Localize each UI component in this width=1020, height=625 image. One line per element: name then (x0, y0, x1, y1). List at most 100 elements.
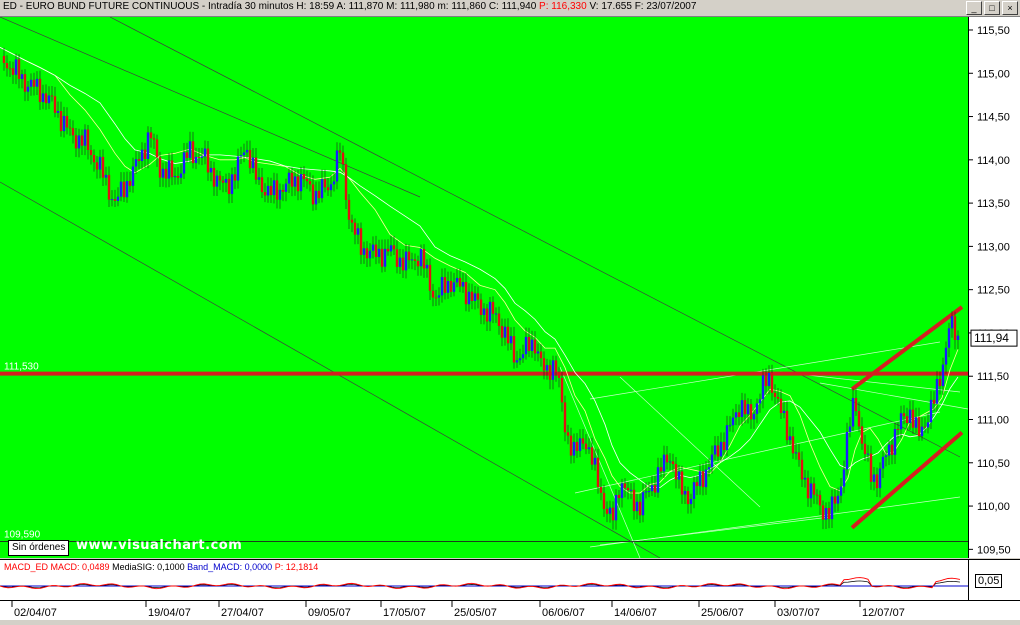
candle (668, 461, 672, 463)
candle (746, 404, 750, 415)
candle (245, 149, 249, 153)
candle (782, 410, 786, 414)
candle (194, 156, 198, 164)
candle (407, 251, 411, 261)
candle (239, 155, 243, 157)
channel-line (850, 430, 964, 530)
candle (308, 181, 312, 185)
candle (374, 244, 378, 258)
candle (65, 115, 69, 128)
candle (533, 339, 537, 354)
candle (602, 492, 606, 509)
date-tick-label: 25/05/07 (454, 607, 497, 619)
candle (38, 78, 42, 103)
candle (20, 74, 24, 79)
candle (506, 326, 510, 344)
candle (287, 172, 291, 184)
candle (941, 364, 945, 387)
candle (161, 168, 165, 178)
candle (920, 426, 924, 437)
candle (59, 111, 63, 132)
minimize-button[interactable]: _ (966, 1, 982, 15)
candle (452, 282, 456, 292)
candle (404, 251, 408, 271)
candle (683, 490, 687, 495)
candle (884, 455, 888, 457)
date-tick-label: 19/04/07 (148, 607, 191, 619)
orders-button[interactable]: Sin órdenes (8, 540, 70, 556)
price-axis[interactable]: 115,50 115,00 114,50 114,00 113,50 113,00 112,… (968, 17, 1020, 558)
macd-axis: 0,05 (968, 559, 1020, 600)
candle (242, 152, 246, 156)
candle (512, 336, 516, 363)
candle (851, 398, 855, 427)
candle (104, 174, 108, 178)
price-chart[interactable]: 111,530 109,590 (0, 17, 968, 558)
candle (764, 375, 768, 387)
candle (638, 501, 642, 516)
candle (656, 467, 660, 493)
candle (131, 166, 135, 186)
candle (731, 417, 735, 426)
candle (575, 441, 579, 451)
candle (266, 185, 270, 196)
trend-line (589, 341, 941, 400)
candle (89, 149, 93, 156)
candle (83, 129, 87, 146)
date-readout: F: 23/07/2007 (634, 1, 697, 12)
candle (515, 360, 519, 363)
candle (341, 152, 345, 165)
candle (416, 260, 420, 267)
candle (119, 181, 123, 197)
candle (911, 409, 915, 428)
candle (272, 180, 276, 196)
candle (50, 95, 54, 97)
candle (767, 372, 771, 387)
candle (2, 55, 6, 64)
candle (62, 115, 66, 132)
date-tick-label: 12/07/07 (862, 607, 905, 619)
candle (542, 358, 546, 371)
price-tick-label: 111,00 (977, 415, 1009, 427)
date-tick-label: 02/04/07 (14, 607, 57, 619)
candle (470, 291, 474, 301)
maximize-button[interactable]: □ (984, 1, 1000, 15)
candle (785, 410, 789, 441)
candle (275, 180, 279, 200)
title-bar: ED - EURO BUND FUTURE CONTINUOUS - Intra… (0, 0, 1020, 17)
candle (116, 196, 120, 201)
candle (614, 494, 618, 521)
candle (890, 444, 894, 455)
candle (80, 135, 84, 146)
candle (704, 469, 708, 488)
candle (878, 468, 882, 489)
candle (293, 176, 297, 187)
candle (830, 496, 834, 520)
candle (170, 160, 174, 178)
candle (854, 398, 858, 412)
close-button[interactable]: × (1002, 1, 1018, 15)
candle (701, 471, 705, 488)
candle (905, 416, 909, 424)
candle (236, 156, 240, 181)
moving-average (0, 46, 959, 488)
candle (92, 155, 96, 163)
candle (734, 412, 738, 418)
candle (932, 399, 936, 404)
candle (728, 425, 732, 427)
price-chart-svg: 111,530 109,590 (0, 17, 968, 558)
candle (482, 308, 486, 315)
candle (440, 277, 444, 296)
candle (164, 168, 168, 179)
candle (788, 436, 792, 441)
candle (809, 483, 813, 499)
candle (227, 178, 231, 195)
candle (8, 68, 12, 70)
price-tick-label: 114,00 (977, 155, 1010, 167)
macd-panel[interactable]: MACD_ED MACD: 0,0489 MediaSIG: 0,1000 Ba… (0, 559, 968, 600)
candle (686, 490, 690, 505)
date-axis-svg: 02/04/07 19/04/07 27/04/07 09/05/07 17/05/07… (11, 601, 905, 619)
candle (278, 189, 282, 200)
price-tick-label: 115,00 (977, 68, 1010, 80)
date-tick-label: 14/06/07 (614, 607, 657, 619)
